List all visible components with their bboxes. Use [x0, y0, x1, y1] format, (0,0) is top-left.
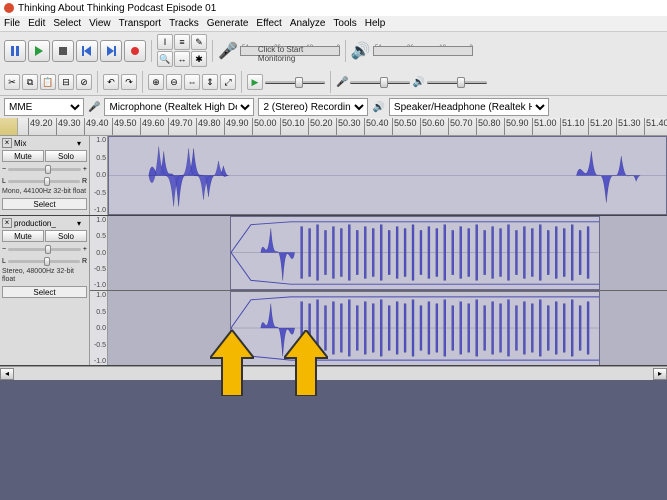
mute-button[interactable]: Mute — [2, 150, 44, 162]
playback-speed-slider[interactable] — [265, 75, 325, 89]
menu-select[interactable]: Select — [53, 18, 81, 29]
solo-button[interactable]: Solo — [45, 230, 87, 242]
recording-volume-slider[interactable] — [350, 75, 410, 89]
toolbars: I ≡ ✎ 🔍 ↔ ✱ 🎤 -54-36-180 Click to Start … — [0, 32, 667, 96]
redo-button[interactable]: ↷ — [121, 74, 137, 90]
zoom-out-button[interactable]: ⊖ — [166, 74, 182, 90]
zoom-tool-icon[interactable]: 🔍 — [157, 51, 173, 67]
track-select-button[interactable]: Select — [2, 286, 87, 298]
timeline-ruler[interactable]: -.10 49.20 49.30 49.40 49.50 49.60 49.70… — [0, 118, 667, 136]
menu-view[interactable]: View — [89, 18, 111, 29]
menu-file[interactable]: File — [4, 18, 20, 29]
skip-start-button[interactable] — [76, 40, 98, 62]
track-info: Stereo, 48000Hz 32-bit float — [2, 268, 87, 284]
solo-button[interactable]: Solo — [45, 150, 87, 162]
multi-tool-icon[interactable]: ✱ — [191, 51, 207, 67]
menu-help[interactable]: Help — [365, 18, 386, 29]
selection-tool-icon[interactable]: I — [157, 34, 173, 50]
envelope-tool-icon[interactable]: ≡ — [174, 34, 190, 50]
microphone-icon: 🎤 — [88, 102, 100, 113]
track-control-panel: × Mix ▾ Mute Solo −+ LR Mono, 44100Hz 32… — [0, 136, 90, 215]
up-arrow-icon — [210, 330, 254, 396]
window-title: Thinking About Thinking Podcast Episode … — [18, 3, 216, 14]
device-toolbar: MME 🎤 Microphone (Realtek High Defini 2 … — [0, 96, 667, 118]
stop-button[interactable] — [52, 40, 74, 62]
pause-button[interactable] — [4, 40, 26, 62]
track-control-panel: × production_ ▾ Mute Solo −+ LR Stereo, … — [0, 216, 90, 365]
menu-tracks[interactable]: Tracks — [169, 18, 199, 29]
track-select-button[interactable]: Select — [2, 198, 87, 210]
speaker-meter-icon: 🔊 — [351, 41, 371, 61]
track-row: × Mix ▾ Mute Solo −+ LR Mono, 44100Hz 32… — [0, 136, 667, 216]
playback-volume-slider[interactable] — [427, 75, 487, 89]
track-waveform-area[interactable]: 1.00.50.0-0.5-1.0 — [90, 216, 667, 365]
mic-vol-icon: 🎤 — [336, 77, 348, 88]
horizontal-scrollbar[interactable]: ◂ ▸ — [0, 366, 667, 380]
track-menu-button[interactable]: ▾ — [77, 139, 87, 148]
menu-effect[interactable]: Effect — [256, 18, 281, 29]
play-button[interactable] — [28, 40, 50, 62]
record-button[interactable] — [124, 40, 146, 62]
track-name[interactable]: Mix — [14, 139, 75, 148]
track-waveform-area[interactable]: 1.00.50.0-0.5-1.0 — [90, 136, 667, 215]
speaker-vol-icon: 🔊 — [412, 77, 424, 88]
undo-button[interactable]: ↶ — [103, 74, 119, 90]
tools-grid: I ≡ ✎ 🔍 ↔ ✱ — [157, 34, 207, 67]
copy-button[interactable]: ⧉ — [22, 74, 38, 90]
zoom-toggle-button[interactable]: ⤢ — [220, 74, 236, 90]
scroll-left-button[interactable]: ◂ — [0, 368, 14, 380]
menu-analyze[interactable]: Analyze — [290, 18, 326, 29]
recording-device-select[interactable]: Microphone (Realtek High Defini — [104, 98, 254, 116]
track-name[interactable]: production_ — [14, 219, 75, 228]
paste-button[interactable]: 📋 — [40, 74, 56, 90]
menu-transport[interactable]: Transport — [119, 18, 161, 29]
up-arrow-icon — [284, 330, 328, 396]
title-bar: Thinking About Thinking Podcast Episode … — [0, 0, 667, 16]
audio-host-select[interactable]: MME — [4, 98, 84, 116]
ruler-negative-zone — [0, 118, 18, 135]
recording-meter[interactable]: 🎤 -54-36-180 Click to Start Monitoring — [218, 41, 340, 61]
pan-slider[interactable]: LR — [2, 256, 87, 266]
timeshift-tool-icon[interactable]: ↔ — [174, 51, 190, 67]
pan-slider[interactable]: LR — [2, 176, 87, 186]
playback-meter[interactable]: 🔊 -54-36-180 — [351, 41, 473, 61]
menu-generate[interactable]: Generate — [207, 18, 249, 29]
vertical-scale: 1.00.50.0-0.5-1.0 — [90, 136, 108, 215]
draw-tool-icon[interactable]: ✎ — [191, 34, 207, 50]
recording-channels-select[interactable]: 2 (Stereo) Recording Chan — [258, 98, 368, 116]
trim-button[interactable]: ⊟ — [58, 74, 74, 90]
track-row: × production_ ▾ Mute Solo −+ LR Stereo, … — [0, 216, 667, 366]
annotation-arrows — [210, 330, 328, 396]
fit-selection-button[interactable]: ⇔ — [184, 74, 200, 90]
track-menu-button[interactable]: ▾ — [77, 219, 87, 228]
mic-meter-icon: 🎤 — [218, 41, 238, 61]
menu-edit[interactable]: Edit — [28, 18, 45, 29]
speaker-icon: 🔊 — [372, 102, 384, 113]
track-info: Mono, 44100Hz 32-bit float — [2, 188, 87, 196]
silence-button[interactable]: ⊘ — [76, 74, 92, 90]
track-close-button[interactable]: × — [2, 138, 12, 148]
audio-clip[interactable] — [108, 136, 667, 215]
fit-project-button[interactable]: ⇕ — [202, 74, 218, 90]
playback-device-select[interactable]: Speaker/Headphone (Realtek High — [389, 98, 549, 116]
play-at-speed-button[interactable]: ▶ — [247, 74, 263, 90]
gain-slider[interactable]: −+ — [2, 164, 87, 174]
cut-button[interactable]: ✂ — [4, 74, 20, 90]
app-logo-icon — [4, 3, 14, 13]
zoom-in-button[interactable]: ⊕ — [148, 74, 164, 90]
menu-tools[interactable]: Tools — [333, 18, 356, 29]
gain-slider[interactable]: −+ — [2, 244, 87, 254]
menu-bar: File Edit Select View Transport Tracks G… — [0, 16, 667, 32]
audio-clip[interactable] — [230, 216, 600, 290]
tracks-area: × Mix ▾ Mute Solo −+ LR Mono, 44100Hz 32… — [0, 136, 667, 380]
vertical-scale: 1.00.50.0-0.5-1.0 — [90, 291, 108, 365]
scroll-right-button[interactable]: ▸ — [653, 368, 667, 380]
skip-end-button[interactable] — [100, 40, 122, 62]
vertical-scale: 1.00.50.0-0.5-1.0 — [90, 216, 108, 290]
track-close-button[interactable]: × — [2, 218, 12, 228]
mute-button[interactable]: Mute — [2, 230, 44, 242]
